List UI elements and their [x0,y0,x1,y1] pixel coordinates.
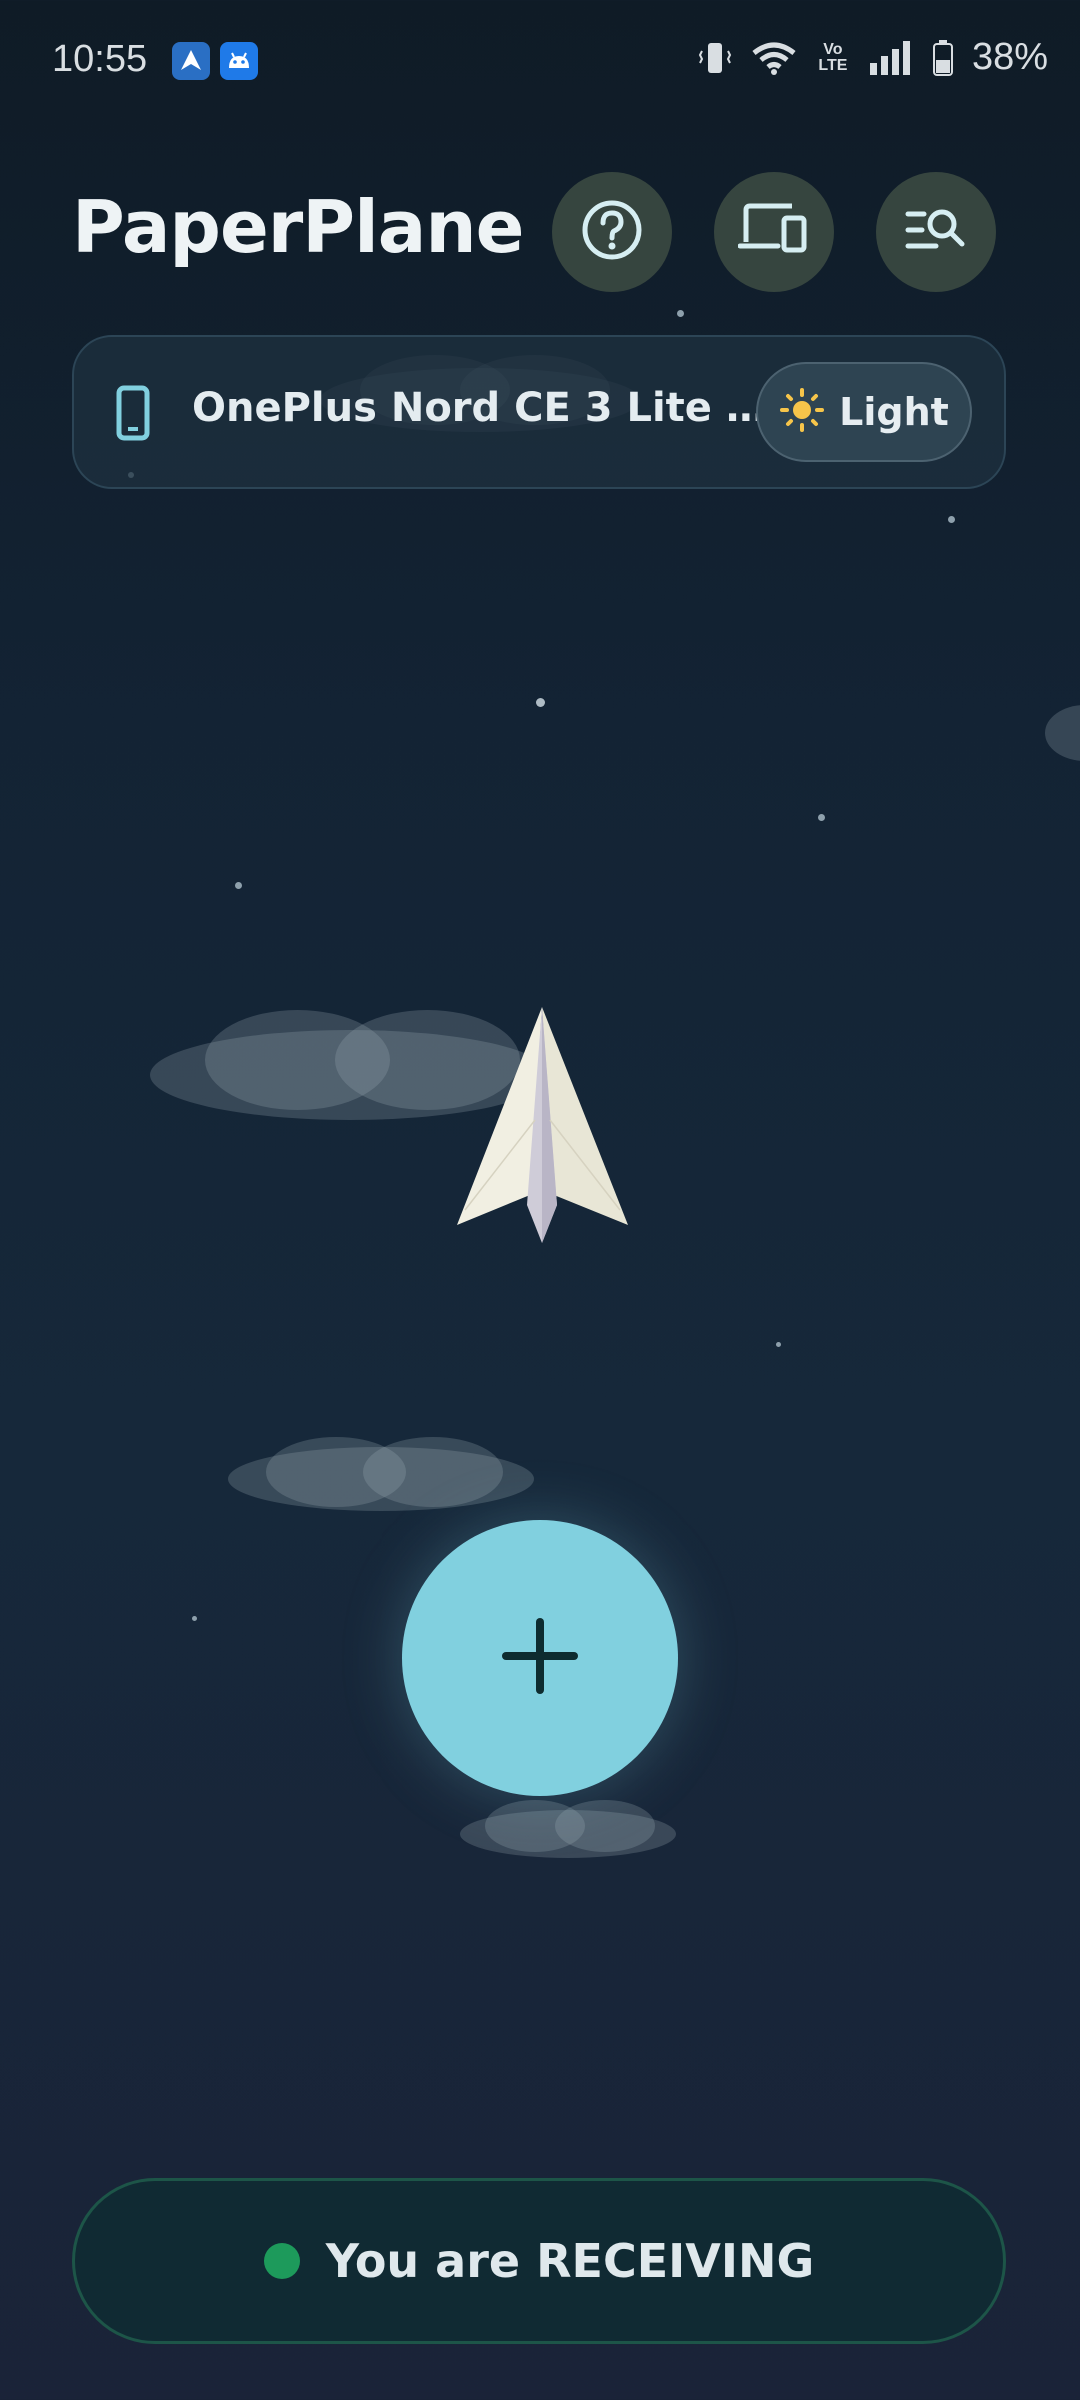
vibrate-icon [698,39,732,77]
receive-status-bar[interactable]: You are RECEIVING [72,2178,1006,2344]
battery-icon [932,39,954,77]
cloud [1045,705,1080,765]
volte-icon: Vo LTE [818,40,848,74]
wifi-icon [750,39,798,77]
status-dot [263,2243,300,2279]
cloud [460,1800,676,1860]
device-card: OnePlus Nord CE 3 Lite 5... Light [72,335,1006,489]
status-bar: 10:55 Vo LTE 38% [0,0,1080,125]
help-icon [580,198,644,266]
star [235,882,242,889]
signal-icon [868,39,914,77]
star [536,698,545,707]
devices-icon [737,200,810,264]
devices-button[interactable] [714,172,834,292]
star [948,516,955,523]
cloud [228,1432,534,1512]
add-file-button[interactable] [402,1520,678,1796]
theme-toggle-button[interactable]: Light [756,362,972,462]
android-icon [220,42,258,80]
star [818,814,825,821]
device-name: OnePlus Nord CE 3 Lite 5... [192,385,772,431]
phone-icon [116,385,150,445]
sun-icon [779,387,825,437]
star [776,1342,781,1347]
paper-plane-illustration [455,1005,630,1245]
theme-label: Light [839,390,949,434]
battery-percent: 38% [971,36,1048,78]
star [677,310,684,317]
search-logs-button[interactable] [876,172,996,292]
app-title: PaperPlane [72,185,524,269]
star [192,1616,197,1621]
status-time: 10:55 [52,38,148,80]
status-icons: Vo LTE 38% [698,36,1048,79]
search-list-icon [904,202,968,262]
receive-status-text: You are RECEIVING [325,2234,815,2288]
help-button[interactable] [552,172,672,292]
app-notification-icon [172,42,210,80]
plus-icon [500,1616,580,1700]
